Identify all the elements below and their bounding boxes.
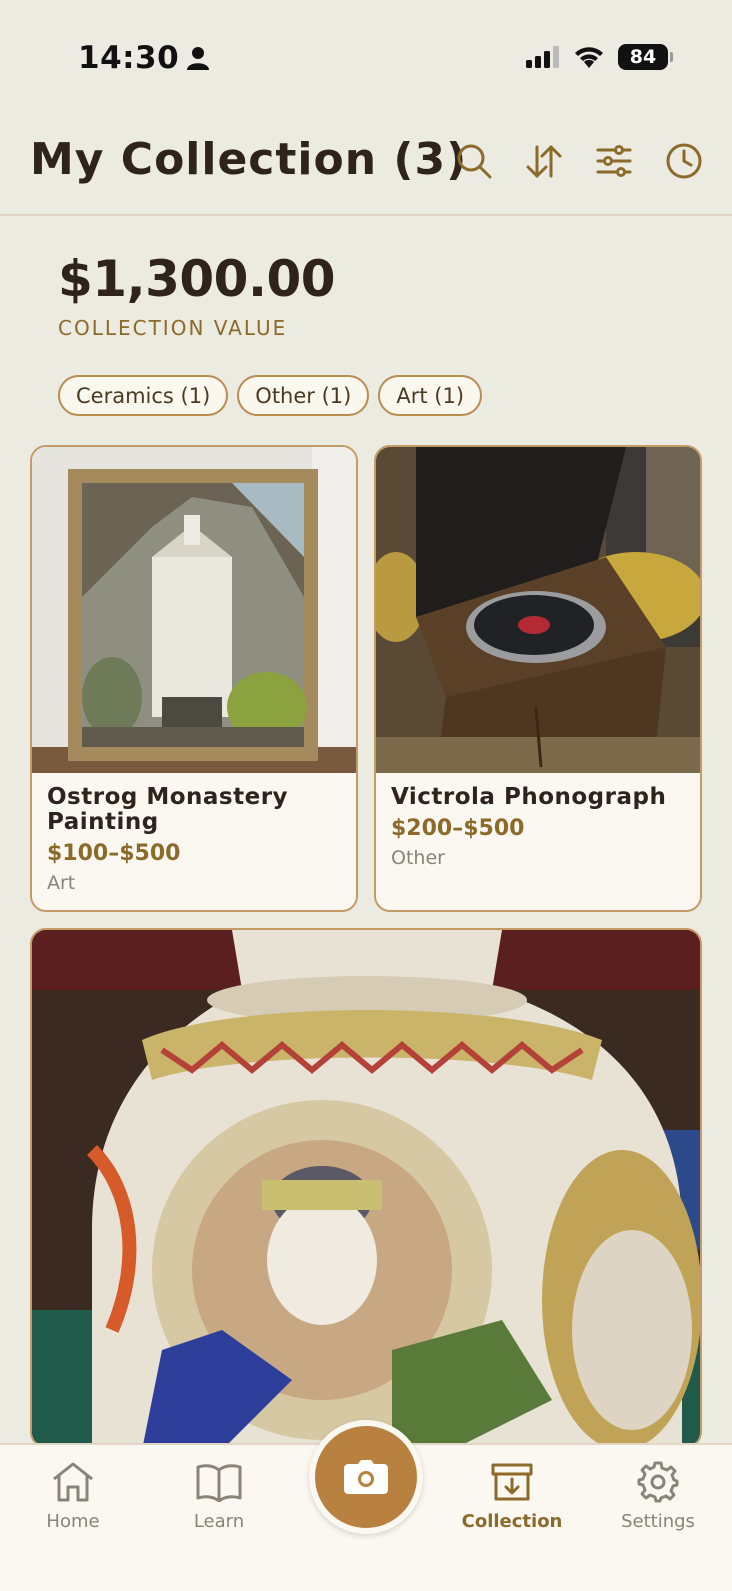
clock-label: 14:30 (78, 40, 180, 76)
status-time: 14:30 (78, 40, 210, 76)
nav-settings-label: Settings (621, 1511, 695, 1532)
archive-icon (491, 1463, 533, 1501)
collection-item-card[interactable]: Ostrog Monastery Painting $100–$500 Art (30, 445, 358, 912)
collection-value-amount: $1,300.00 (58, 250, 336, 308)
search-icon (457, 144, 491, 178)
camera-icon (344, 1460, 388, 1494)
filter-icon (596, 144, 631, 177)
item-details: Victrola Phonograph $200–$500 Other (376, 773, 700, 881)
page-title: My Collection (3) (30, 134, 468, 185)
collection-value: $1,300.00 COLLECTION VALUE (58, 250, 336, 340)
wifi-icon (575, 47, 603, 68)
signal-icon (526, 46, 559, 68)
sort-icon (526, 145, 561, 177)
nav-home[interactable]: Home (18, 1459, 128, 1532)
history-button[interactable] (665, 142, 702, 179)
nav-learn[interactable]: Learn (164, 1459, 274, 1532)
status-bar: 14:30 84 (0, 0, 732, 120)
history-icon (666, 143, 701, 178)
header-actions (455, 142, 702, 179)
nav-home-label: Home (46, 1511, 100, 1532)
camera-button[interactable] (309, 1420, 423, 1534)
battery-icon: 84 (618, 44, 673, 70)
book-icon (196, 1464, 242, 1502)
header: My Collection (3) (0, 120, 732, 216)
chip-other[interactable]: Other (1) (237, 375, 370, 416)
battery-level: 84 (629, 46, 657, 68)
collection-item-card[interactable] (30, 928, 702, 1448)
item-photo-vase (32, 930, 700, 1446)
collection-value-label: COLLECTION VALUE (58, 316, 288, 340)
item-category: Other (391, 847, 445, 869)
nav-learn-label: Learn (193, 1511, 245, 1532)
category-chips: Ceramics (1) Other (1) Art (1) (58, 375, 483, 416)
nav-collection-label: Collection (461, 1511, 563, 1532)
person-icon (187, 47, 210, 70)
chip-ceramics[interactable]: Ceramics (1) (58, 375, 229, 416)
chip-art[interactable]: Art (1) (378, 375, 483, 416)
item-details: Ostrog Monastery Painting $100–$500 Art (32, 773, 356, 906)
item-photo-phonograph (376, 447, 700, 773)
sort-button[interactable] (525, 142, 562, 179)
item-title: Victrola Phonograph (391, 784, 667, 810)
item-price: $200–$500 (391, 816, 525, 841)
filter-button[interactable] (595, 142, 632, 179)
gear-icon (637, 1461, 679, 1503)
item-price: $100–$500 (47, 841, 181, 866)
nav-settings[interactable]: Settings (603, 1459, 713, 1532)
status-indicators: 84 (526, 44, 673, 70)
home-icon (53, 1462, 93, 1502)
item-photo-painting (32, 447, 356, 773)
search-button[interactable] (455, 142, 492, 179)
collection-item-card[interactable]: Victrola Phonograph $200–$500 Other (374, 445, 702, 912)
item-title: Ostrog Monastery Painting (47, 784, 289, 835)
item-category: Art (47, 872, 76, 894)
nav-collection[interactable]: Collection (457, 1459, 567, 1532)
